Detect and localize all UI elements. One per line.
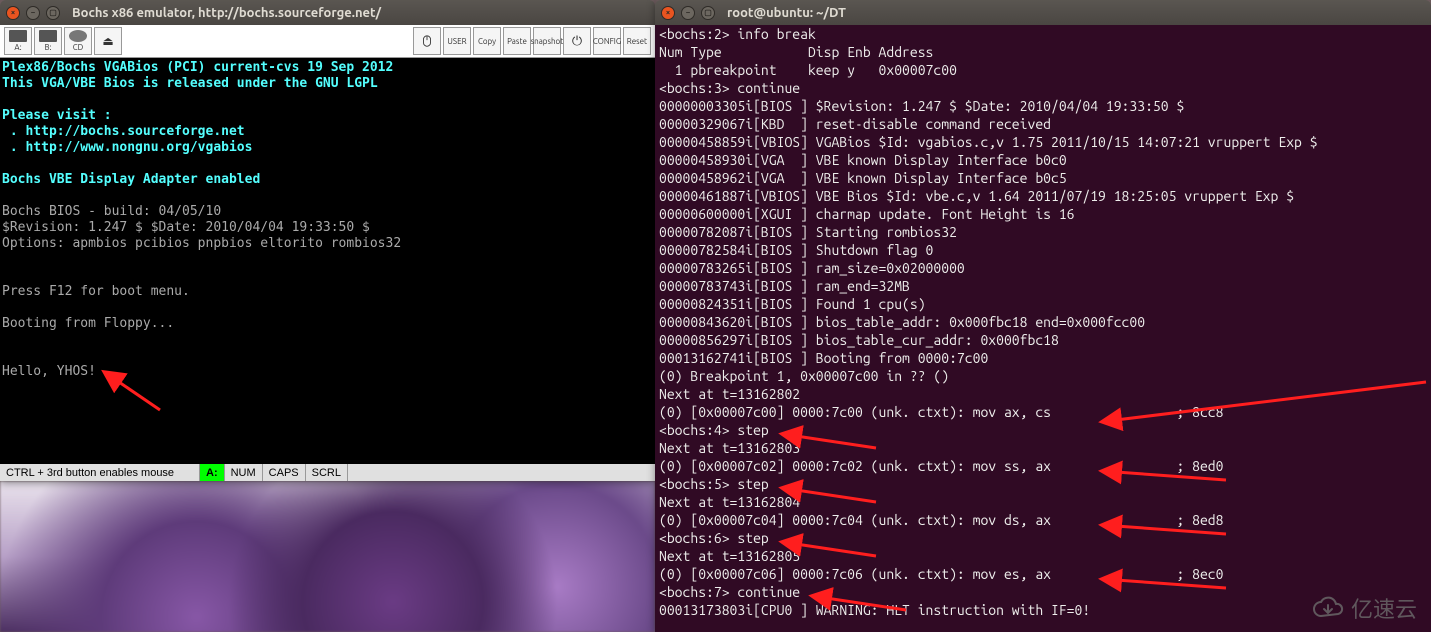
terminal-line: 00000856297i[BIOS ] bios_table_cur_addr:… bbox=[659, 331, 1427, 349]
terminal-line: Next at t=13162805 bbox=[659, 547, 1427, 565]
mouse-hint: CTRL + 3rd button enables mouse bbox=[0, 464, 200, 481]
terminal-line: Next at t=13162802 bbox=[659, 385, 1427, 403]
terminal-window: × − ▢ root@ubuntu: ~/DT <bochs:2> info b… bbox=[655, 0, 1431, 632]
terminal-line: 00000782087i[BIOS ] Starting rombios32 bbox=[659, 223, 1427, 241]
vga-line: . http://www.nongnu.org/vgabios bbox=[2, 140, 653, 156]
vga-line: Plex86/Bochs VGABios (PCI) current-cvs 1… bbox=[2, 60, 653, 76]
terminal-line: (0) [0x00007c00] 0000:7c00 (unk. ctxt): … bbox=[659, 403, 1427, 421]
terminal-line: 00000458930i[VGA ] VBE known Display Int… bbox=[659, 151, 1427, 169]
reset-button[interactable]: Reset bbox=[623, 27, 651, 55]
config-button[interactable]: CONFIG bbox=[593, 27, 621, 55]
terminal-line: Next at t=13162804 bbox=[659, 493, 1427, 511]
terminal-line: 00000600000i[XGUI ] charmap update. Font… bbox=[659, 205, 1427, 223]
vga-line: Options: apmbios pcibios pnpbios eltorit… bbox=[2, 236, 653, 252]
terminal-line: 00000782584i[BIOS ] Shutdown flag 0 bbox=[659, 241, 1427, 259]
snapshot-button[interactable]: snapshot bbox=[533, 27, 561, 55]
background-image bbox=[0, 481, 655, 632]
cloud-icon bbox=[1311, 596, 1345, 620]
close-icon[interactable]: × bbox=[6, 6, 20, 20]
close-icon[interactable]: × bbox=[661, 6, 675, 20]
terminal-line: 00000783743i[BIOS ] ram_end=32MB bbox=[659, 277, 1427, 295]
bochs-titlebar[interactable]: × − ▢ Bochs x86 emulator, http://bochs.s… bbox=[0, 0, 655, 25]
vga-line: . http://bochs.sourceforge.net bbox=[2, 124, 653, 140]
bochs-emulator-window: × − ▢ Bochs x86 emulator, http://bochs.s… bbox=[0, 0, 655, 481]
terminal-line: (0) [0x00007c02] 0000:7c02 (unk. ctxt): … bbox=[659, 457, 1427, 475]
status-num: NUM bbox=[225, 464, 263, 481]
terminal-line: 00000843620i[BIOS ] bios_table_addr: 0x0… bbox=[659, 313, 1427, 331]
terminal-titlebar[interactable]: × − ▢ root@ubuntu: ~/DT bbox=[655, 0, 1431, 25]
power-button[interactable]: ⏻ bbox=[563, 27, 591, 55]
vga-line: Press F12 for boot menu. bbox=[2, 284, 653, 300]
terminal-line: 00000458859i[VBIOS] VGABios $Id: vgabios… bbox=[659, 133, 1427, 151]
vga-line: Please visit : bbox=[2, 108, 653, 124]
status-drive-a: A: bbox=[200, 464, 225, 481]
terminal-line: (0) [0x00007c06] 0000:7c06 (unk. ctxt): … bbox=[659, 565, 1427, 583]
terminal-line: 00000458962i[VGA ] VBE known Display Int… bbox=[659, 169, 1427, 187]
minimize-icon[interactable]: − bbox=[681, 6, 695, 20]
vga-line: Booting from Floppy... bbox=[2, 316, 653, 332]
watermark-text: 亿速云 bbox=[1351, 592, 1417, 624]
vga-line bbox=[2, 252, 653, 268]
mouse-button[interactable] bbox=[413, 27, 441, 55]
terminal-line: (0) Breakpoint 1, 0x00007c00 in ?? () bbox=[659, 367, 1427, 385]
user-button[interactable]: USER bbox=[443, 27, 471, 55]
terminal-line: 00000329067i[KBD ] reset-disable command… bbox=[659, 115, 1427, 133]
drive-eject-button[interactable]: ⏏ bbox=[94, 27, 122, 55]
terminal-line: 00000824351i[BIOS ] Found 1 cpu(s) bbox=[659, 295, 1427, 313]
status-scrl: SCRL bbox=[306, 464, 348, 481]
vga-line bbox=[2, 92, 653, 108]
maximize-icon[interactable]: ▢ bbox=[701, 6, 715, 20]
vga-line bbox=[2, 300, 653, 316]
terminal-line: 00000461887i[VBIOS] VBE Bios $Id: vbe.c,… bbox=[659, 187, 1427, 205]
copy-button[interactable]: Copy bbox=[473, 27, 501, 55]
bochs-status-bar: CTRL + 3rd button enables mouse A: NUM C… bbox=[0, 464, 655, 481]
vga-line: $Revision: 1.247 $ $Date: 2010/04/04 19:… bbox=[2, 220, 653, 236]
terminal-line: Num Type Disp Enb Address bbox=[659, 43, 1427, 61]
bochs-toolbar: A: B: CD ⏏ USER Copy Paste snapshot ⏻ CO… bbox=[0, 25, 655, 58]
terminal-line: <bochs:2> info break bbox=[659, 25, 1427, 43]
bochs-vga-screen: Plex86/Bochs VGABios (PCI) current-cvs 1… bbox=[0, 58, 655, 464]
vga-line bbox=[2, 156, 653, 172]
terminal-line: <bochs:4> step bbox=[659, 421, 1427, 439]
maximize-icon[interactable]: ▢ bbox=[46, 6, 60, 20]
terminal-output[interactable]: <bochs:2> info breakNum Type Disp Enb Ad… bbox=[655, 25, 1431, 632]
drive-buttons: A: B: CD ⏏ bbox=[4, 27, 122, 55]
terminal-line: 1 pbreakpoint keep y 0x00007c00 bbox=[659, 61, 1427, 79]
minimize-icon[interactable]: − bbox=[26, 6, 40, 20]
terminal-line: 00013162741i[BIOS ] Booting from 0000:7c… bbox=[659, 349, 1427, 367]
vga-line bbox=[2, 188, 653, 204]
terminal-line: <bochs:6> step bbox=[659, 529, 1427, 547]
terminal-line: <bochs:5> step bbox=[659, 475, 1427, 493]
terminal-line: Next at t=13162803 bbox=[659, 439, 1427, 457]
terminal-window-title: root@ubuntu: ~/DT bbox=[727, 6, 1425, 20]
vga-line bbox=[2, 332, 653, 348]
vga-line: Bochs VBE Display Adapter enabled bbox=[2, 172, 653, 188]
drive-b-button[interactable]: B: bbox=[34, 27, 62, 55]
vga-line: This VGA/VBE Bios is released under the … bbox=[2, 76, 653, 92]
drive-cd-button[interactable]: CD bbox=[64, 27, 92, 55]
vga-line: Bochs BIOS - build: 04/05/10 bbox=[2, 204, 653, 220]
terminal-line: 00000783265i[BIOS ] ram_size=0x02000000 bbox=[659, 259, 1427, 277]
terminal-line: 00000003305i[BIOS ] $Revision: 1.247 $ $… bbox=[659, 97, 1427, 115]
terminal-line: (0) [0x00007c04] 0000:7c04 (unk. ctxt): … bbox=[659, 511, 1427, 529]
status-caps: CAPS bbox=[263, 464, 306, 481]
terminal-line: <bochs:3> continue bbox=[659, 79, 1427, 97]
watermark: 亿速云 bbox=[1311, 592, 1417, 624]
tool-buttons: USER Copy Paste snapshot ⏻ CONFIG Reset bbox=[413, 27, 651, 55]
vga-line bbox=[2, 348, 653, 364]
vga-line bbox=[2, 268, 653, 284]
vga-line: Hello, YHOS! bbox=[2, 364, 653, 380]
bochs-window-title: Bochs x86 emulator, http://bochs.sourcef… bbox=[72, 6, 649, 20]
paste-button[interactable]: Paste bbox=[503, 27, 531, 55]
drive-a-button[interactable]: A: bbox=[4, 27, 32, 55]
